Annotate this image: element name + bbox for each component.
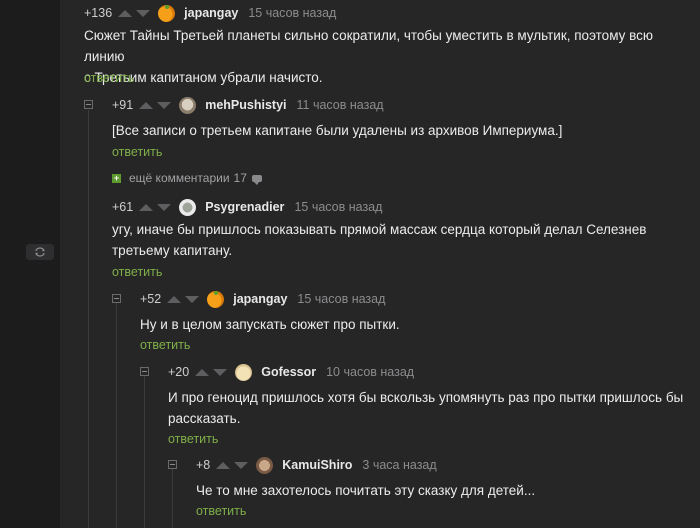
comment-line: угу, иначе бы пришлось показывать прямой… bbox=[112, 222, 647, 237]
left-gutter bbox=[0, 0, 60, 528]
comment-line: рассказать. bbox=[168, 411, 241, 426]
comment-text: Че то мне захотелось почитать эту сказку… bbox=[196, 480, 686, 501]
vote-controls bbox=[216, 461, 249, 469]
upvote-icon[interactable] bbox=[139, 101, 154, 109]
thread-line[interactable] bbox=[144, 376, 145, 528]
comment-author[interactable]: Gofessor bbox=[261, 365, 316, 379]
comment-header: +52 japangay 15 часов назад bbox=[140, 290, 385, 308]
reply-link[interactable]: ответить bbox=[112, 265, 162, 279]
upvote-icon[interactable] bbox=[167, 295, 182, 303]
refresh-icon bbox=[35, 247, 45, 257]
comment-line: Сюжет Тайны Третьей планеты сильно сокра… bbox=[84, 28, 654, 64]
comment-text: И про геноцид пришлось хотя бы вскользь … bbox=[168, 387, 688, 429]
comment-time[interactable]: 15 часов назад bbox=[297, 292, 385, 306]
soldier-avatar[interactable] bbox=[179, 198, 197, 216]
collapse-toggle[interactable] bbox=[112, 294, 121, 303]
comment-text: Сюжет Тайны Третьей планеты сильно сокра… bbox=[84, 25, 684, 88]
downvote-icon[interactable] bbox=[234, 461, 249, 469]
thread-line[interactable] bbox=[116, 303, 117, 528]
downvote-icon[interactable] bbox=[185, 295, 200, 303]
comment-rating: +20 bbox=[168, 365, 190, 379]
downvote-icon[interactable] bbox=[157, 203, 172, 211]
comment-rating: +8 bbox=[196, 458, 211, 472]
reply-link[interactable]: ответить bbox=[112, 145, 162, 159]
comment-line: Че то мне захотелось почитать эту сказку… bbox=[196, 483, 536, 498]
upvote-icon[interactable] bbox=[118, 9, 133, 17]
comment-bubble-icon bbox=[251, 174, 262, 185]
downvote-icon[interactable] bbox=[136, 9, 151, 17]
orange-avatar[interactable] bbox=[207, 290, 225, 308]
upvote-icon[interactable] bbox=[139, 203, 154, 211]
comment-author[interactable]: mehPushistyi bbox=[205, 98, 286, 112]
collapse-toggle[interactable] bbox=[168, 460, 177, 469]
vote-controls bbox=[139, 203, 172, 211]
thread-line[interactable] bbox=[88, 110, 89, 528]
more-comments-count: 17 bbox=[233, 171, 247, 185]
comment-time[interactable]: 10 часов назад bbox=[326, 365, 414, 379]
upvote-icon[interactable] bbox=[216, 461, 231, 469]
comment-time[interactable]: 11 часов назад bbox=[297, 98, 384, 112]
vote-controls bbox=[118, 9, 151, 17]
cat-avatar[interactable] bbox=[256, 456, 274, 474]
comment-time[interactable]: 15 часов назад bbox=[294, 200, 382, 214]
comment-line: [Все записи о третьем капитане были удал… bbox=[112, 123, 563, 138]
collapse-toggle[interactable] bbox=[140, 367, 149, 376]
vote-controls bbox=[167, 295, 200, 303]
comment-author[interactable]: japangay bbox=[184, 6, 238, 20]
reply-link[interactable]: ответить bbox=[84, 71, 134, 85]
beige-avatar[interactable] bbox=[235, 363, 253, 381]
comment-header: +61 Psygrenadier 15 часов назад bbox=[112, 198, 382, 216]
more-comments[interactable]: + ещё комментарии 17 bbox=[112, 171, 262, 185]
expand-plus-icon[interactable]: + bbox=[112, 173, 121, 183]
comment-text: угу, иначе бы пришлось показывать прямой… bbox=[112, 219, 692, 261]
comment-text: [Все записи о третьем капитане были удал… bbox=[112, 120, 682, 141]
reply-link[interactable]: ответить bbox=[196, 504, 246, 518]
comment-rating: +61 bbox=[112, 200, 134, 214]
comment-author[interactable]: japangay bbox=[233, 292, 287, 306]
comment-author[interactable]: Psygrenadier bbox=[205, 200, 284, 214]
comment-line: с Третьим капитаном убрали начисто. bbox=[84, 70, 323, 85]
comment-header: +136 japangay 15 часов назад bbox=[84, 4, 336, 22]
downvote-icon[interactable] bbox=[213, 368, 228, 376]
reply-link[interactable]: ответить bbox=[168, 432, 218, 446]
comment-time[interactable]: 3 часа назад bbox=[362, 458, 436, 472]
orange-avatar[interactable] bbox=[158, 4, 176, 22]
comment-header: +20 Gofessor 10 часов назад bbox=[168, 363, 414, 381]
upvote-icon[interactable] bbox=[195, 368, 210, 376]
thread-line[interactable] bbox=[172, 469, 173, 528]
comment-author[interactable]: KamuiShiro bbox=[282, 458, 352, 472]
downvote-icon[interactable] bbox=[157, 101, 172, 109]
cat-avatar[interactable] bbox=[179, 96, 197, 114]
comment-time[interactable]: 15 часов назад bbox=[248, 6, 336, 20]
comment-line: И про геноцид пришлось хотя бы вскользь … bbox=[168, 390, 684, 405]
comment-header: +91 mehPushistyi 11 часов назад bbox=[112, 96, 384, 114]
comments-panel: +136 japangay 15 часов назад Сюжет Тайны… bbox=[60, 0, 700, 528]
refresh-button[interactable] bbox=[26, 244, 54, 260]
comment-rating: +91 bbox=[112, 98, 134, 112]
comment-rating: +52 bbox=[140, 292, 162, 306]
comment-text: Ну и в целом запускать сюжет про пытки. bbox=[140, 314, 680, 335]
comment-line: Ну и в целом запускать сюжет про пытки. bbox=[140, 317, 400, 332]
comment-header: +8 KamuiShiro 3 часа назад bbox=[196, 456, 437, 474]
reply-link[interactable]: ответить bbox=[140, 338, 190, 352]
collapse-toggle[interactable] bbox=[84, 100, 93, 109]
comment-rating: +136 bbox=[84, 6, 113, 20]
comment-line: третьему капитану. bbox=[112, 243, 233, 258]
vote-controls bbox=[139, 101, 172, 109]
vote-controls bbox=[195, 368, 228, 376]
more-comments-label: ещё комментарии bbox=[129, 171, 230, 185]
